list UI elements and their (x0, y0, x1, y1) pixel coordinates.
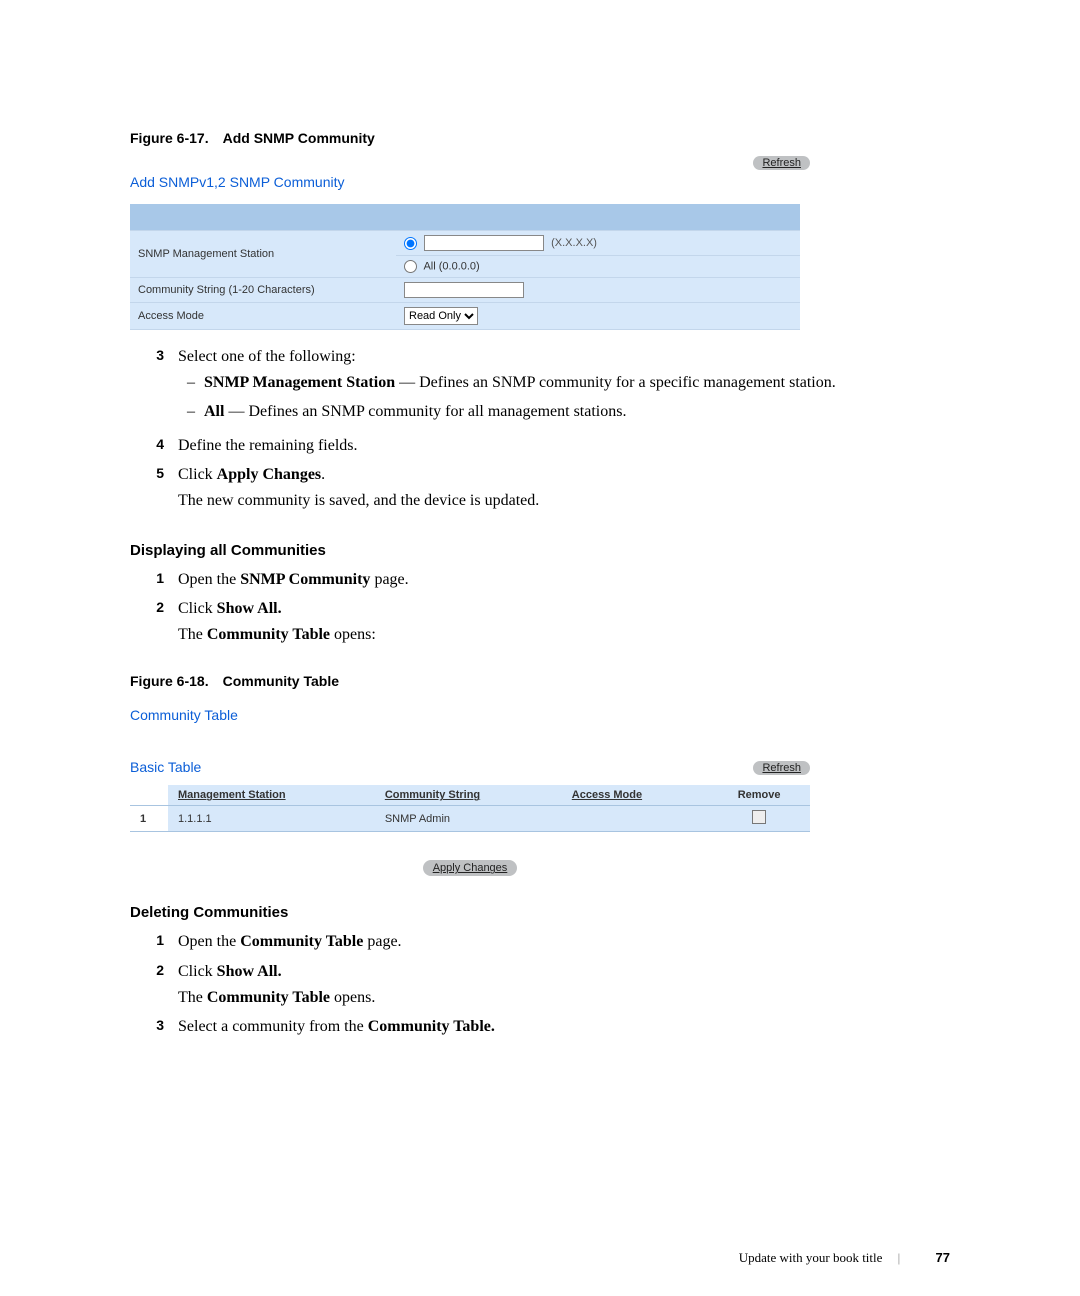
mgmt-station-hint: (X.X.X.X) (551, 237, 597, 249)
sb-step1-text: Open the Community Table page. (178, 929, 950, 955)
figure2-screenshot: Community Table Refresh Basic Table Mana… (130, 707, 810, 876)
screenshot2-title1: Community Table (130, 707, 810, 723)
community-string-label: Community String (1-20 Characters) (130, 278, 396, 303)
page-footer: Update with your book title | 77 (739, 1250, 950, 1266)
figure2-caption-prefix: Figure 6-18. (130, 673, 209, 689)
step3-sub1: SNMP Management Station — Defines an SNM… (204, 370, 836, 396)
row1-am (562, 806, 708, 832)
sa-step1-number: 1 (130, 567, 178, 593)
dash-icon: – (178, 399, 204, 425)
row1-cs: SNMP Admin (375, 806, 562, 832)
step3-sub2: All — Defines an SNMP community for all … (204, 399, 626, 425)
community-string-input[interactable] (404, 282, 524, 298)
col-index (130, 785, 168, 806)
mgmt-station-all-label: All (0.0.0.0) (423, 260, 479, 272)
figure1-screenshot: Refresh Add SNMPv1,2 SNMP Community SNMP… (130, 164, 810, 330)
sa-step2-line2: The Community Table opens: (178, 622, 950, 648)
figure2-caption-title: Community Table (223, 673, 339, 689)
figure1-caption-title: Add SNMP Community (223, 130, 375, 146)
col-remove: Remove (708, 785, 810, 806)
sb-step3-number: 3 (130, 1014, 178, 1040)
step5-number: 5 (130, 462, 178, 513)
figure2-caption: Figure 6-18. Community Table (130, 673, 950, 689)
snmp-form-table: SNMP Management Station (X.X.X.X) All (0… (130, 204, 800, 330)
refresh-button[interactable]: Refresh (753, 156, 810, 170)
refresh-button-2[interactable]: Refresh (753, 761, 810, 775)
sb-step2-number: 2 (130, 959, 178, 1010)
section-displaying-title: Displaying all Communities (130, 542, 950, 559)
sa-step2-line1: Click Show All. (178, 596, 950, 622)
mgmt-station-all-radio[interactable] (404, 260, 417, 273)
step3-intro: Select one of the following: (178, 344, 950, 370)
mgmt-station-label: SNMP Management Station (130, 231, 396, 278)
step3-number: 3 (130, 344, 178, 429)
sb-step2-line1: Click Show All. (178, 959, 950, 985)
footer-page: 77 (936, 1250, 950, 1265)
col-am[interactable]: Access Mode (562, 785, 708, 806)
col-cs[interactable]: Community String (375, 785, 562, 806)
col-mgmt[interactable]: Management Station (168, 785, 375, 806)
community-table: Management Station Community String Acce… (130, 785, 810, 832)
sa-step2-number: 2 (130, 596, 178, 647)
section-deleting-title: Deleting Communities (130, 904, 950, 921)
remove-checkbox[interactable] (752, 810, 766, 824)
step5-line2: The new community is saved, and the devi… (178, 488, 950, 514)
figure1-caption: Figure 6-17. Add SNMP Community (130, 130, 950, 146)
figure1-caption-prefix: Figure 6-17. (130, 130, 209, 146)
access-mode-label: Access Mode (130, 303, 396, 330)
mgmt-station-ip-input[interactable] (424, 235, 544, 251)
step4-number: 4 (130, 433, 178, 459)
table-row: 1 1.1.1.1 SNMP Admin (130, 806, 810, 832)
row1-mgmt: 1.1.1.1 (168, 806, 375, 832)
footer-book: Update with your book title (739, 1250, 883, 1265)
step4-text: Define the remaining fields. (178, 433, 950, 459)
sa-step1-text: Open the SNMP Community page. (178, 567, 950, 593)
row1-idx: 1 (130, 806, 168, 832)
mgmt-station-specific-radio[interactable] (404, 237, 417, 250)
access-mode-select[interactable]: Read Only (404, 307, 478, 325)
sb-step3-text: Select a community from the Community Ta… (178, 1014, 950, 1040)
dash-icon: – (178, 370, 204, 396)
sb-step2-line2: The Community Table opens. (178, 985, 950, 1011)
sb-step1-number: 1 (130, 929, 178, 955)
screenshot2-title2: Basic Table (130, 759, 810, 775)
step5-line1: Click Apply Changes. (178, 462, 950, 488)
apply-changes-button[interactable]: Apply Changes (423, 860, 518, 876)
screenshot1-title: Add SNMPv1,2 SNMP Community (130, 164, 810, 204)
